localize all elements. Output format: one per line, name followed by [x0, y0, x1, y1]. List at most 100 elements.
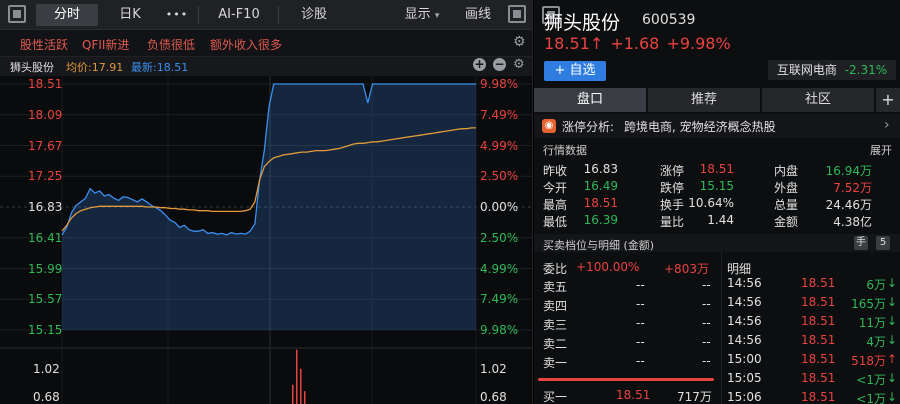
tick-time: 15:06 — [727, 390, 762, 404]
fullscreen-toggle-icon[interactable] — [508, 5, 526, 23]
limitup-text: 跨境电商, 宠物经济概念热股 — [624, 120, 776, 134]
tag-item[interactable]: 股性活跃 — [20, 36, 68, 53]
webi-pct: +100.00% — [576, 260, 640, 274]
webi-label: 委比 — [543, 262, 568, 276]
orderbook-title: 买卖档位与明细 (金额) — [543, 239, 655, 252]
tab-recommend[interactable]: 推荐 — [648, 88, 760, 112]
price-change: +1.68 — [610, 34, 660, 53]
tag-item[interactable]: 额外收入很多 — [210, 36, 282, 53]
tab-community[interactable]: 社区 — [762, 88, 874, 112]
tick-row: 15:00 18.51 518万 ↑ — [723, 352, 900, 370]
pct-axis-label: 2.50% — [480, 169, 519, 184]
tab-fenshi[interactable]: 分时 — [36, 4, 98, 26]
zoom-out-icon[interactable]: − — [493, 58, 506, 71]
market-field-value: 24.46万 — [825, 198, 872, 212]
bid1-volume: 717万 — [677, 390, 712, 404]
price-change-line: 18.51↑ +1.68 +9.98% — [544, 34, 731, 53]
price-axis-label: 16.83 — [28, 200, 63, 214]
tick-row: 14:56 18.51 11万 ↓ — [723, 314, 900, 332]
tag-item[interactable]: 负债很低 — [147, 36, 195, 53]
level-count-toggle[interactable]: 5 — [876, 236, 890, 250]
volume-bars — [292, 349, 306, 404]
market-field-value: 16.39 — [583, 213, 618, 227]
tick-direction-icon: ↓ — [886, 276, 897, 290]
zoom-in-icon[interactable]: + — [473, 58, 486, 71]
tick-row: 15:05 18.51 <1万 ↓ — [723, 371, 900, 389]
tick-time: 14:56 — [727, 314, 762, 328]
ask-level-label: 卖二 — [543, 337, 568, 351]
price-axis-label: 17.25 — [28, 169, 63, 184]
gear-icon[interactable]: ⚙ — [513, 34, 526, 50]
add-tab-button[interactable]: + — [876, 88, 900, 112]
tick-volume: 11万 — [858, 316, 886, 330]
ask-level-volume: -- — [702, 278, 711, 292]
ask-level-price: -- — [636, 297, 645, 311]
chart-info-row: 狮头股份 均价:17.91 最新:18.51 + − ⚙ — [0, 56, 532, 76]
ask-level-label: 卖四 — [543, 299, 568, 313]
tag-item[interactable]: QFII新进 — [82, 36, 129, 53]
more-menu-button[interactable]: ••• — [160, 4, 194, 26]
market-field-value: 18.51 — [583, 196, 618, 210]
tab-daily-k[interactable]: 日K — [104, 4, 156, 26]
market-field-label: 今开 — [543, 181, 568, 195]
ask-level-volume: -- — [702, 297, 711, 311]
sector-pct: -2.31% — [844, 63, 888, 77]
ask-level-volume: -- — [702, 335, 711, 349]
tick-row: 14:56 18.51 6万 ↓ — [723, 276, 900, 294]
sector-badge[interactable]: 互联网电商 -2.31% — [768, 60, 896, 80]
pct-axis-label: 9.98% — [480, 323, 519, 337]
fire-icon: ◉ — [542, 119, 556, 133]
tick-volume: <1万 — [856, 373, 886, 387]
volume-axis-right-label: 1.02 — [480, 362, 507, 376]
ask-level-price: -- — [636, 316, 645, 330]
bid1-label: 买一 — [543, 390, 568, 404]
ask-level-price: -- — [636, 354, 645, 368]
tick-direction-icon: ↓ — [886, 371, 897, 385]
tick-volume: 4万 — [866, 335, 886, 349]
pct-axis-label: 7.49% — [480, 107, 519, 122]
quote-panel: 狮头股份 600539 18.51↑ +1.68 +9.98% + 自选 互联网… — [534, 0, 900, 404]
tick-volume: 165万 — [851, 297, 886, 311]
tick-price: 18.51 — [801, 333, 836, 347]
trade-detail: 明细 14:56 18.51 6万 ↓ 14:56 18.51 165万 ↓ 14:56 18.5… — [723, 252, 900, 404]
price-axis-label: 16.41 — [28, 230, 63, 245]
volume-bar — [300, 368, 302, 404]
market-data-header: 行情数据 展开 — [534, 140, 900, 158]
tick-time: 14:56 — [727, 295, 762, 309]
price-axis-label: 15.15 — [28, 323, 63, 337]
latest-price-readout: 最新:18.51 — [131, 61, 189, 74]
panel-toggle-icon[interactable] — [8, 5, 26, 23]
tab-pankou[interactable]: 盘口 — [534, 88, 646, 112]
market-field-label: 换手 — [660, 198, 685, 212]
tick-direction-icon: ↓ — [886, 390, 897, 404]
limitup-analysis-row[interactable]: ◉ 涨停分析: 跨境电商, 宠物经济概念热股 › — [534, 114, 900, 138]
diagnose-button[interactable]: 诊股 — [284, 4, 344, 26]
ask-level-price: -- — [636, 278, 645, 292]
tick-time: 14:56 — [727, 333, 762, 347]
ai-f10-button[interactable]: AI-F10 — [206, 4, 272, 26]
chart-panel: 分时 日K ••• AI-F10 诊股 显示 ▾ 画线 股性活跃 QFII新进 … — [0, 0, 533, 404]
pct-axis-label: 7.49% — [480, 292, 519, 307]
orderbook-header: 买卖档位与明细 (金额) 手 5 — [534, 234, 900, 252]
hand-unit-toggle[interactable]: 手 — [854, 236, 868, 250]
display-dropdown[interactable]: 显示 ▾ — [395, 4, 449, 26]
price-axis-label: 17.67 — [28, 138, 63, 153]
expand-button[interactable]: 展开 — [870, 142, 892, 158]
webi-amount: +803万 — [664, 262, 709, 276]
add-watchlist-button[interactable]: + 自选 — [544, 61, 606, 81]
current-price: 18.51 — [544, 34, 590, 53]
tick-price: 18.51 — [801, 295, 836, 309]
avg-price-readout: 均价:17.91 — [66, 61, 124, 74]
price-axis-label: 18.51 — [28, 77, 63, 91]
market-field-value: 1.44 — [707, 213, 734, 227]
tick-row: 15:06 18.51 <1万 ↓ — [723, 390, 900, 404]
tick-volume: 518万 — [851, 354, 886, 368]
tick-volume: 6万 — [866, 278, 886, 292]
draw-line-button[interactable]: 画线 — [456, 4, 500, 26]
price-change-pct: +9.98% — [666, 34, 731, 53]
tick-direction-icon: ↓ — [886, 333, 897, 347]
price-axis-label: 15.57 — [28, 292, 63, 307]
tick-price: 18.51 — [801, 371, 836, 385]
tick-price: 18.51 — [801, 314, 836, 328]
gear-icon[interactable]: ⚙ — [513, 57, 525, 72]
